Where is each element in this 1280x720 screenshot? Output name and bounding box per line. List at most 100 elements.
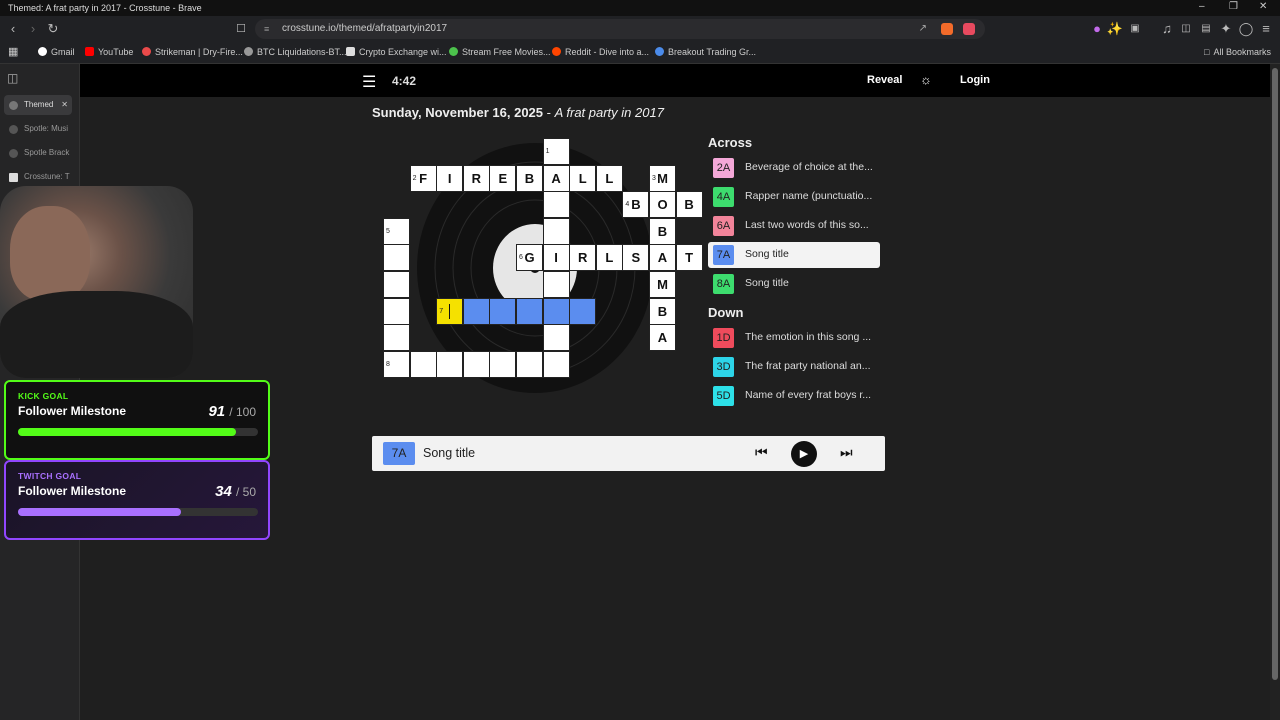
crossword-cell[interactable]: L — [595, 164, 623, 192]
wallet-icon[interactable]: ▣ — [1126, 20, 1144, 38]
side-tab-crosstune[interactable]: Crosstune: T — [4, 167, 72, 187]
leo-ai-icon[interactable]: ✦ — [1217, 20, 1235, 38]
extension-icon[interactable]: ● — [1088, 20, 1106, 38]
crossword-cell[interactable]: 2F — [409, 164, 437, 192]
sidebar-toggle-icon[interactable]: ◫ — [1177, 20, 1195, 38]
crossword-cell[interactable] — [436, 350, 464, 378]
side-tab-spotle-bracket[interactable]: Spotle Brack — [4, 143, 72, 163]
crossword-cell[interactable]: R — [462, 164, 490, 192]
bookmark-stream-movies[interactable]: Stream Free Movies... — [449, 47, 551, 57]
menu-icon[interactable]: ≡ — [1257, 20, 1275, 38]
site-info-icon[interactable]: ≡ — [264, 19, 269, 39]
crossword-cell[interactable] — [383, 271, 410, 298]
all-bookmarks[interactable]: □ All Bookmarks — [1204, 47, 1271, 57]
crossword-cell[interactable] — [462, 350, 490, 378]
forward-icon[interactable]: › — [24, 20, 42, 38]
crossword-cell[interactable] — [383, 297, 410, 325]
clue-3d[interactable]: 3D The frat party national an... — [708, 354, 880, 380]
extensions-puzzle-icon[interactable]: ✨ — [1106, 20, 1124, 38]
address-bar[interactable]: ≡ crosstune.io/themed/afratpartyin2017 ↗ — [255, 19, 985, 39]
clue-1d[interactable]: 1D The emotion in this song ... — [708, 325, 880, 351]
reveal-button[interactable]: Reveal — [867, 74, 902, 86]
crossword-cell[interactable]: I — [436, 164, 464, 192]
crossword-cell[interactable] — [409, 350, 437, 378]
crossword-cell-current[interactable]: 7 — [436, 297, 464, 325]
bookmark-crypto-exchange[interactable]: Crypto Exchange wi... — [346, 47, 447, 57]
crossword-cell[interactable]: L — [569, 164, 597, 192]
crossword-cell[interactable]: S — [622, 244, 650, 272]
bookmark-gmail[interactable]: Gmail — [38, 47, 75, 57]
crossword-cell[interactable]: 3M — [649, 164, 676, 192]
vpn-icon[interactable]: ◯ — [1237, 20, 1255, 38]
crossword-cell[interactable] — [383, 324, 410, 352]
back-icon[interactable]: ‹ — [4, 20, 22, 38]
crossword-cell[interactable]: B — [516, 164, 543, 192]
close-tab-icon[interactable]: ✕ — [61, 95, 68, 115]
sidebar-panel-icon[interactable]: ◫ — [7, 71, 18, 85]
crossword-cell[interactable]: 1 — [542, 138, 570, 165]
crossword-cell[interactable] — [489, 350, 517, 378]
crossword-cell[interactable]: A — [649, 244, 676, 272]
crossword-cell[interactable]: I — [542, 244, 570, 272]
bookmark-breakout-trading[interactable]: Breakout Trading Gr... — [655, 47, 756, 57]
login-button[interactable]: Login — [960, 74, 990, 86]
restore-icon[interactable]: ❐ — [1229, 1, 1238, 12]
theme-toggle-icon[interactable]: ☼ — [920, 72, 932, 87]
crossword-cell[interactable] — [542, 191, 570, 219]
crossword-cell[interactable] — [542, 217, 570, 245]
hamburger-menu-icon[interactable]: ☰ — [362, 72, 376, 92]
crossword-cell[interactable] — [489, 297, 517, 325]
clue-2a[interactable]: 2A Beverage of choice at the... — [708, 155, 880, 181]
crossword-cell[interactable]: O — [649, 191, 676, 219]
clue-6a[interactable]: 6A Last two words of this so... — [708, 213, 880, 239]
brave-shields-icon[interactable] — [941, 23, 953, 35]
crossword-cell[interactable]: E — [489, 164, 517, 192]
crossword-cell[interactable] — [383, 244, 410, 272]
play-button[interactable]: ▶ — [791, 441, 817, 467]
bookmark-youtube[interactable]: YouTube — [85, 47, 133, 57]
clue-8a[interactable]: 8A Song title — [708, 271, 880, 297]
crossword-cell[interactable]: B — [649, 297, 676, 325]
crossword-cell[interactable]: A — [649, 324, 676, 352]
bookmark-btc-liquidations[interactable]: BTC Liquidations-BT... — [244, 47, 347, 57]
close-window-icon[interactable]: ✕ — [1259, 1, 1267, 12]
page-scrollbar[interactable] — [1270, 64, 1280, 720]
crossword-cell[interactable]: L — [595, 244, 623, 272]
bookmark-icon[interactable]: ☐ — [232, 20, 250, 38]
crossword-cell[interactable] — [542, 324, 570, 352]
next-track-icon[interactable]: ⏭ — [840, 444, 853, 461]
share-icon[interactable]: ↗ — [919, 19, 927, 39]
media-icon[interactable]: ♫ — [1158, 20, 1176, 38]
reload-icon[interactable]: ↻ — [44, 20, 62, 38]
crossword-cell[interactable] — [542, 297, 570, 325]
crossword-cell[interactable]: R — [569, 244, 597, 272]
side-tab-spotle-music[interactable]: Spotle: Musi — [4, 119, 72, 139]
crossword-cell[interactable] — [462, 297, 490, 325]
previous-track-icon[interactable]: ⏮ — [755, 444, 768, 461]
crossword-cell[interactable]: 4B — [622, 191, 650, 219]
crossword-cell[interactable]: B — [675, 191, 703, 219]
crossword-cell[interactable] — [542, 350, 570, 378]
bookmark-strikeman[interactable]: Strikeman | Dry-Fire... — [142, 47, 243, 57]
crossword-cell[interactable]: B — [649, 217, 676, 245]
minimize-icon[interactable]: – — [1199, 1, 1205, 12]
crossword-cell[interactable]: A — [542, 164, 570, 192]
crossword-cell[interactable]: 6G — [516, 244, 543, 272]
crossword-cell[interactable] — [516, 297, 543, 325]
crossword-cell[interactable] — [569, 297, 597, 325]
crossword-cell[interactable]: M — [649, 271, 676, 298]
crossword-cell[interactable] — [542, 271, 570, 298]
brave-rewards-icon[interactable] — [963, 23, 975, 35]
apps-grid-icon[interactable]: ▦ — [8, 45, 18, 58]
wallet2-icon[interactable]: ▤ — [1197, 20, 1215, 38]
scrollbar-thumb[interactable] — [1272, 68, 1278, 680]
bookmark-reddit[interactable]: Reddit - Dive into a... — [552, 47, 649, 57]
crossword-cell[interactable]: T — [675, 244, 703, 272]
crossword-cell[interactable]: 8 — [383, 350, 410, 378]
clue-7a[interactable]: 7A Song title — [708, 242, 880, 268]
side-tab-themed[interactable]: Themed ✕ — [4, 95, 72, 115]
clue-4a[interactable]: 4A Rapper name (punctuatio... — [708, 184, 880, 210]
crossword-cell[interactable]: 5 — [383, 217, 410, 245]
crossword-cell[interactable] — [516, 350, 543, 378]
clue-5d[interactable]: 5D Name of every frat boys r... — [708, 383, 880, 409]
